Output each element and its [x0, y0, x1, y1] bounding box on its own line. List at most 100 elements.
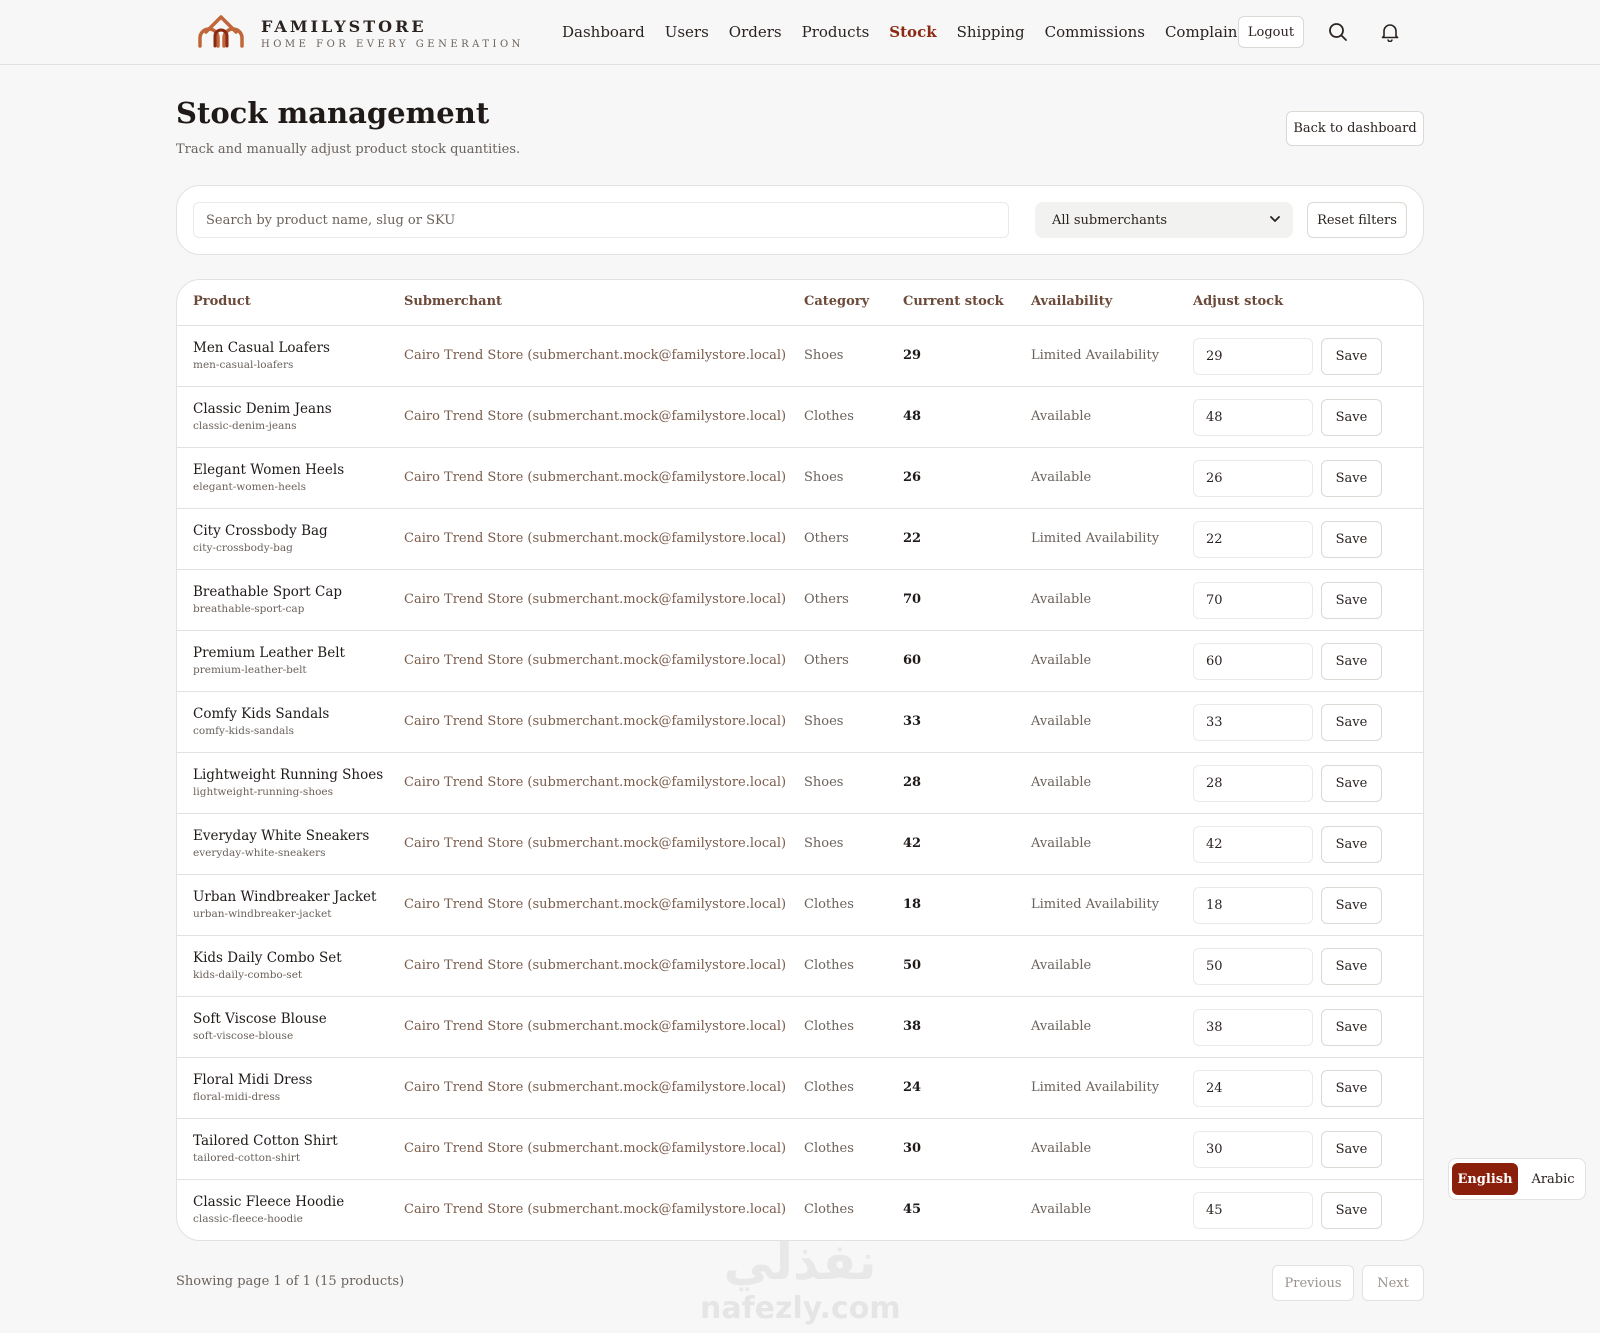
search-input[interactable] [193, 202, 1009, 238]
submerchant-cell: Cairo Trend Store (submerchant.mock@fami… [404, 958, 787, 973]
category-cell: Others [804, 592, 849, 607]
save-button[interactable]: Save [1321, 826, 1382, 863]
next-button[interactable]: Next [1362, 1265, 1424, 1301]
product-slug: men-casual-loafers [193, 359, 294, 371]
submerchant-cell: Cairo Trend Store (submerchant.mock@fami… [404, 531, 787, 546]
availability-cell: Available [1031, 592, 1092, 607]
current-stock-cell: 60 [903, 653, 922, 668]
language-english-button[interactable]: English [1452, 1163, 1518, 1195]
save-button[interactable]: Save [1321, 887, 1382, 924]
pagination-info: Showing page 1 of 1 (15 products) [176, 1274, 405, 1289]
previous-button[interactable]: Previous [1272, 1265, 1354, 1301]
category-cell: Clothes [804, 1202, 854, 1217]
col-product: Product [193, 294, 251, 309]
adjust-stock-input[interactable] [1193, 582, 1313, 619]
save-button[interactable]: Save [1321, 1131, 1382, 1168]
submerchant-cell: Cairo Trend Store (submerchant.mock@fami… [404, 1202, 787, 1217]
reset-filters-button[interactable]: Reset filters [1307, 202, 1407, 238]
current-stock-cell: 42 [903, 836, 922, 851]
nav-commissions[interactable]: Commissions [1045, 20, 1145, 44]
product-name: Floral Midi Dress [193, 1072, 313, 1088]
adjust-stock-input[interactable] [1193, 338, 1313, 375]
adjust-stock-input[interactable] [1193, 826, 1313, 863]
category-cell: Shoes [804, 836, 844, 851]
col-availability: Availability [1031, 294, 1113, 309]
nav-stock[interactable]: Stock [889, 20, 936, 44]
col-adjust-stock: Adjust stock [1193, 294, 1284, 309]
product-name: Classic Denim Jeans [193, 401, 332, 417]
product-name: City Crossbody Bag [193, 523, 328, 539]
product-slug: kids-daily-combo-set [193, 969, 303, 981]
category-cell: Shoes [804, 775, 844, 790]
adjust-stock-input[interactable] [1193, 704, 1313, 741]
save-button[interactable]: Save [1321, 1070, 1382, 1107]
category-cell: Shoes [804, 348, 844, 363]
brand[interactable]: FAMILYSTORE HOME FOR EVERY GENERATION [196, 9, 524, 52]
nav-users[interactable]: Users [665, 20, 709, 44]
availability-cell: Available [1031, 775, 1092, 790]
product-name: Lightweight Running Shoes [193, 767, 384, 783]
category-cell: Clothes [804, 1141, 854, 1156]
language-arabic-button[interactable]: Arabic [1523, 1163, 1583, 1195]
save-button[interactable]: Save [1321, 399, 1382, 436]
product-name: Premium Leather Belt [193, 645, 345, 661]
save-button[interactable]: Save [1321, 704, 1382, 741]
availability-cell: Limited Availability [1031, 897, 1160, 912]
save-button[interactable]: Save [1321, 582, 1382, 619]
adjust-stock-input[interactable] [1193, 1192, 1313, 1229]
table-row: Kids Daily Combo Set kids-daily-combo-set… [177, 936, 1423, 997]
submerchant-cell: Cairo Trend Store (submerchant.mock@fami… [404, 1019, 787, 1034]
availability-cell: Available [1031, 653, 1092, 668]
product-slug: floral-midi-dress [193, 1091, 281, 1103]
submerchant-cell: Cairo Trend Store (submerchant.mock@fami… [404, 348, 787, 363]
table-row: City Crossbody Bag city-crossbody-bag Cair… [177, 509, 1423, 570]
save-button[interactable]: Save [1321, 1009, 1382, 1046]
adjust-stock-input[interactable] [1193, 948, 1313, 985]
submerchant-select[interactable]: All submerchants [1035, 202, 1293, 238]
product-slug: tailored-cotton-shirt [193, 1152, 301, 1164]
adjust-stock-input[interactable] [1193, 1131, 1313, 1168]
adjust-stock-input[interactable] [1193, 887, 1313, 924]
save-button[interactable]: Save [1321, 765, 1382, 802]
submerchant-cell: Cairo Trend Store (submerchant.mock@fami… [404, 592, 787, 607]
chevron-down-icon [1270, 216, 1280, 222]
adjust-stock-input[interactable] [1193, 399, 1313, 436]
save-button[interactable]: Save [1321, 948, 1382, 985]
table-row: Comfy Kids Sandals comfy-kids-sandals Cair… [177, 692, 1423, 753]
save-button[interactable]: Save [1321, 460, 1382, 497]
product-name: Comfy Kids Sandals [193, 706, 330, 722]
product-slug: premium-leather-belt [193, 664, 307, 676]
nav-shipping[interactable]: Shipping [957, 20, 1025, 44]
availability-cell: Available [1031, 958, 1092, 973]
save-button[interactable]: Save [1321, 643, 1382, 680]
save-button[interactable]: Save [1321, 338, 1382, 375]
nav-orders[interactable]: Orders [729, 20, 782, 44]
adjust-stock-input[interactable] [1193, 643, 1313, 680]
product-name: Breathable Sport Cap [193, 584, 343, 600]
adjust-stock-input[interactable] [1193, 521, 1313, 558]
save-button[interactable]: Save [1321, 1192, 1382, 1229]
product-name: Tailored Cotton Shirt [193, 1133, 338, 1149]
category-cell: Clothes [804, 1080, 854, 1095]
availability-cell: Available [1031, 470, 1092, 485]
product-name: Everyday White Sneakers [193, 828, 370, 844]
save-button[interactable]: Save [1321, 521, 1382, 558]
adjust-stock-input[interactable] [1193, 1070, 1313, 1107]
page-title: Stock management [176, 96, 490, 130]
search-icon[interactable] [1326, 20, 1350, 44]
current-stock-cell: 50 [903, 958, 922, 973]
nav-dashboard[interactable]: Dashboard [562, 20, 645, 44]
nav-products[interactable]: Products [802, 20, 870, 44]
availability-cell: Available [1031, 836, 1092, 851]
page-subtitle: Track and manually adjust product stock … [176, 142, 521, 157]
adjust-stock-input[interactable] [1193, 1009, 1313, 1046]
logout-button[interactable]: Logout [1238, 16, 1304, 48]
current-stock-cell: 33 [903, 714, 922, 729]
bell-icon[interactable] [1378, 20, 1402, 44]
adjust-stock-input[interactable] [1193, 765, 1313, 802]
current-stock-cell: 22 [903, 531, 922, 546]
back-to-dashboard-button[interactable]: Back to dashboard [1286, 111, 1424, 146]
submerchant-cell: Cairo Trend Store (submerchant.mock@fami… [404, 1141, 787, 1156]
adjust-stock-input[interactable] [1193, 460, 1313, 497]
watermark: نفذلي nafezly.com [700, 1232, 901, 1330]
